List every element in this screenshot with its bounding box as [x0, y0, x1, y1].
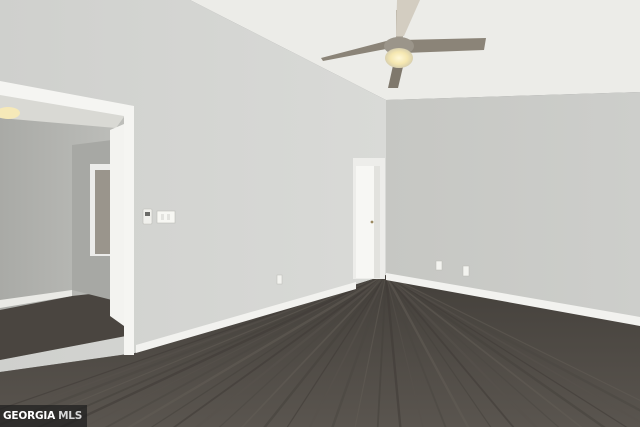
light-switch-icon [156, 210, 176, 224]
thermostat-icon [142, 208, 153, 225]
mls-watermark: GEORGIA MLS [0, 405, 88, 427]
room-photo: GEORGIA MLS [0, 0, 640, 427]
room-illustration [0, 0, 640, 427]
hallway-doorway [0, 81, 134, 360]
watermark-brand: GEORGIA [3, 410, 56, 422]
watermark-mls: MLS [58, 410, 83, 422]
far-doorway [353, 158, 385, 279]
